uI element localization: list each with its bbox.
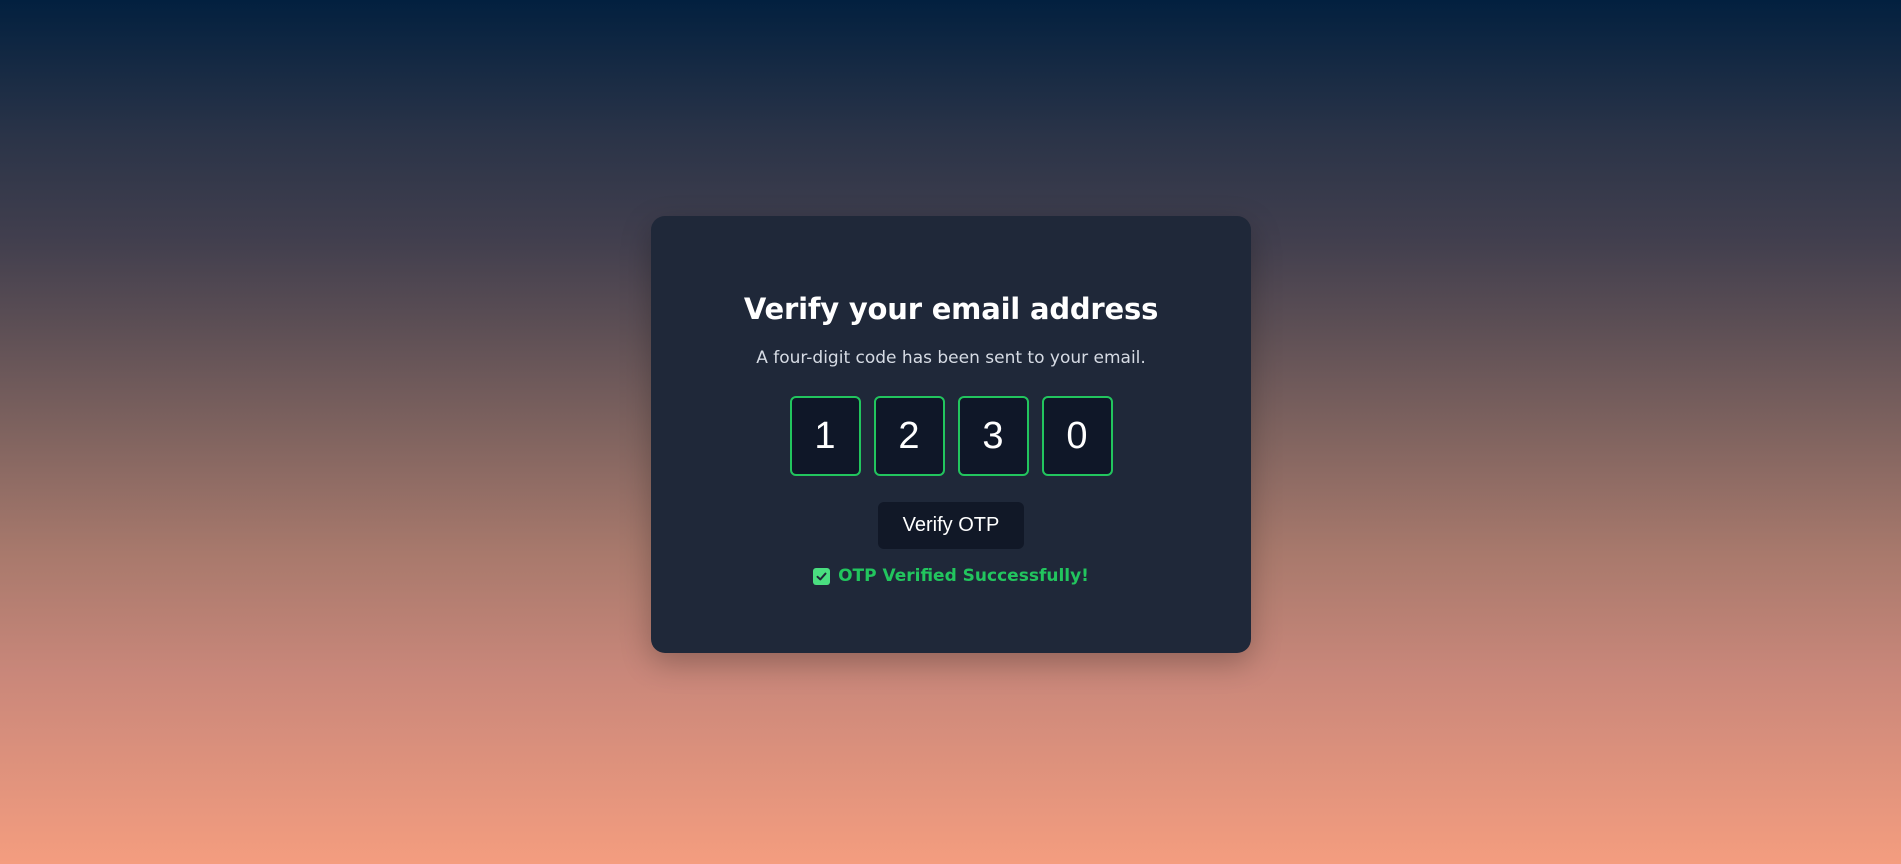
otp-verification-card: Verify your email address A four-digit c…: [651, 216, 1251, 653]
otp-digit-1[interactable]: 1: [789, 396, 861, 476]
verify-otp-button[interactable]: Verify OTP: [878, 502, 1024, 549]
checkbox-checked-icon: [813, 567, 831, 585]
status-message: OTP Verified Successfully!: [838, 566, 1089, 586]
otp-digit-3[interactable]: 3: [957, 396, 1029, 476]
verification-status: OTP Verified Successfully!: [651, 566, 1251, 586]
instruction-text: A four-digit code has been sent to your …: [756, 348, 1146, 368]
otp-input-group: 1 2 3 0: [651, 396, 1251, 476]
otp-digit-2[interactable]: 2: [873, 396, 945, 476]
page-title: Verify your email address: [743, 292, 1159, 326]
otp-digit-4[interactable]: 0: [1041, 396, 1113, 476]
